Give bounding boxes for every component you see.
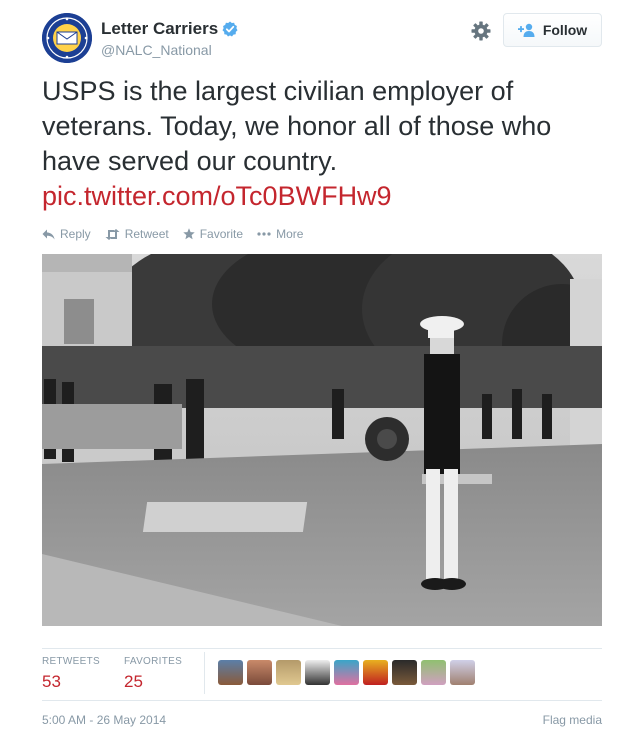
avatar[interactable] (363, 660, 388, 685)
retweet-label: Retweet (124, 227, 169, 241)
nalc-logo-icon (42, 13, 92, 63)
author-handle[interactable]: @NALC_National (101, 42, 212, 58)
favoriter-avatars (218, 660, 479, 685)
avatar[interactable] (421, 660, 446, 685)
more-button[interactable]: More (257, 227, 303, 241)
retweet-icon (105, 228, 120, 240)
tweet-text: USPS is the largest civilian employer of… (42, 74, 602, 214)
reply-icon (42, 229, 55, 239)
avatar[interactable] (450, 660, 475, 685)
avatar[interactable] (305, 660, 330, 685)
favorites-count: 25 (124, 672, 143, 691)
author-name[interactable]: Letter Carriers (101, 19, 218, 39)
favorite-label: Favorite (199, 227, 244, 241)
tweet-timestamp[interactable]: 5:00 AM - 26 May 2014 (42, 713, 166, 727)
add-user-icon (517, 23, 535, 37)
tweet: Letter Carriers @NALC_National Follow US… (0, 0, 630, 750)
ellipsis-icon (257, 232, 271, 236)
avatar[interactable] (276, 660, 301, 685)
retweets-count: 53 (42, 672, 61, 691)
tweet-photo[interactable] (42, 254, 602, 626)
ceremony-photo (42, 254, 602, 626)
avatar[interactable] (218, 660, 243, 685)
retweets-label: RETWEETS (42, 656, 100, 667)
tweet-body: USPS is the largest civilian employer of… (42, 76, 552, 176)
retweets-stat[interactable]: RETWEETS 53 (42, 656, 100, 692)
favorites-stat[interactable]: FAVORITES 25 (124, 656, 182, 692)
follow-label: Follow (542, 22, 588, 38)
reply-button[interactable]: Reply (42, 227, 91, 241)
avatar[interactable] (42, 13, 92, 63)
author-name-line[interactable]: Letter Carriers (101, 19, 238, 39)
follow-button[interactable]: Follow (503, 13, 602, 47)
gear-icon[interactable] (471, 21, 491, 41)
verified-badge-icon (222, 21, 238, 37)
tweet-media-link[interactable]: pic.twitter.com/oTc0BWFHw9 (42, 179, 602, 214)
avatar[interactable] (334, 660, 359, 685)
tweet-actions: Reply Retweet Favorite More (42, 227, 317, 241)
stats-divider (204, 652, 205, 694)
stats-top-divider (42, 648, 602, 649)
retweet-button[interactable]: Retweet (105, 227, 169, 241)
reply-label: Reply (60, 227, 91, 241)
favorite-button[interactable]: Favorite (183, 227, 243, 241)
star-icon (183, 228, 195, 240)
favorites-label: FAVORITES (124, 656, 183, 667)
more-label: More (276, 227, 304, 241)
stats-bottom-divider (42, 700, 602, 701)
avatar[interactable] (247, 660, 272, 685)
flag-media-link[interactable]: Flag media (543, 713, 602, 727)
avatar[interactable] (392, 660, 417, 685)
